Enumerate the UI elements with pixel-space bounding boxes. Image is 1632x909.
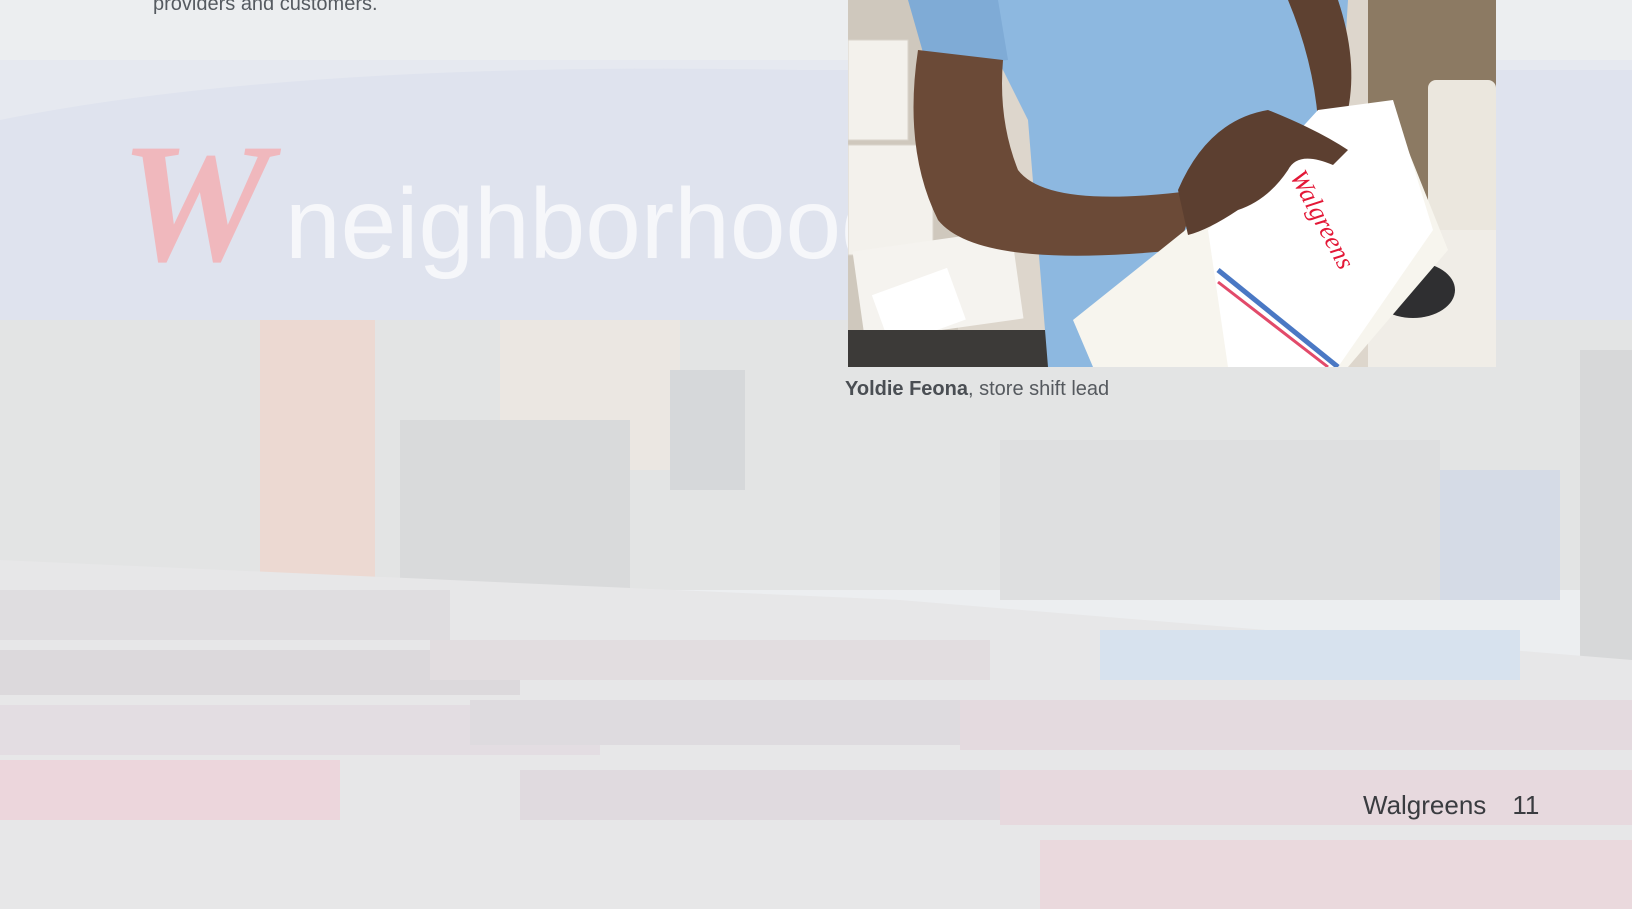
employee-photo: Walgreens	[848, 0, 1496, 367]
background-signage-text: neighborhood	[285, 168, 897, 280]
caption-role: , store shift lead	[967, 378, 1110, 400]
photo-caption: Yoldie Feona, store shift lead	[845, 378, 1109, 401]
intro-paragraph: providers and customers.	[153, 0, 378, 15]
caption-name: Yoldie Feona	[845, 378, 968, 400]
page-number: 11	[1512, 790, 1540, 820]
footer-brand: Walgreens	[1363, 790, 1487, 820]
background-logo: W	[120, 109, 282, 297]
page-footer: Walgreens 11	[1363, 790, 1539, 821]
